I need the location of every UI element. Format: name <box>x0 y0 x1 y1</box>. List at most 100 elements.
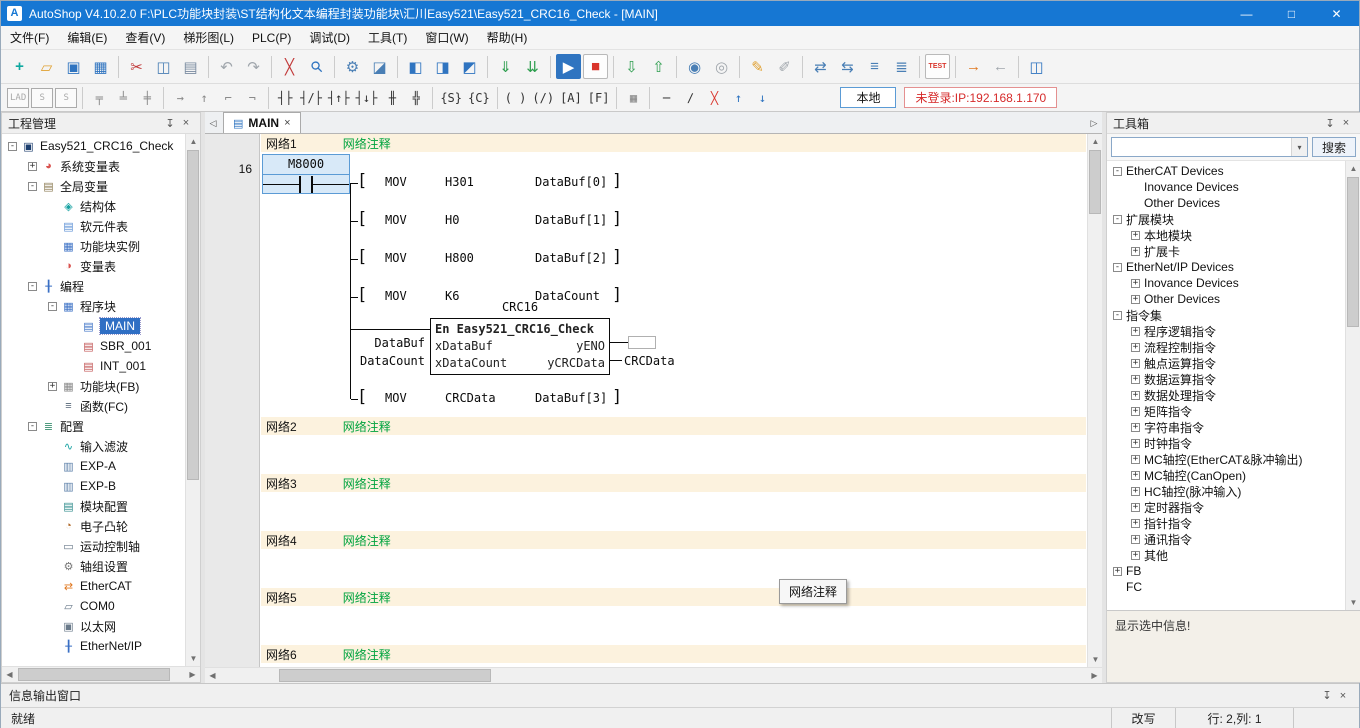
toolbox-tree-item-local-modules[interactable]: +本地模块 <box>1107 227 1345 243</box>
expand-icon[interactable]: + <box>1131 279 1140 288</box>
close-panel-icon[interactable]: × <box>1335 690 1351 702</box>
window-project-icon[interactable]: ◧ <box>403 54 428 79</box>
expand-icon[interactable]: + <box>1131 231 1140 240</box>
tab-main[interactable]: ▤ MAIN × <box>223 112 301 133</box>
network-body[interactable] <box>261 549 1086 588</box>
scroll-up-icon[interactable]: ▲ <box>1088 134 1102 149</box>
test-icon[interactable]: TEST <box>925 54 950 79</box>
project-tree-item-exp-b[interactable]: ▥EXP-B <box>2 476 185 496</box>
network-header[interactable]: 网络1网络注释 <box>261 134 1086 152</box>
chevron-down-icon[interactable]: ▾ <box>1291 138 1307 156</box>
project-tree-item-system-var-table[interactable]: +◕系统变量表 <box>2 156 185 176</box>
search-button[interactable]: 搜索 <box>1312 137 1356 157</box>
project-tree-hscrollbar[interactable]: ◀ ▶ <box>2 666 200 682</box>
project-tree-item-com0[interactable]: ▱COM0 <box>2 596 185 616</box>
toolbox-tree-item-data-processing-instructions[interactable]: +数据处理指令 <box>1107 387 1345 403</box>
toolbox-tree-item-program-logic-instructions[interactable]: +程序逻辑指令 <box>1107 323 1345 339</box>
expand-icon[interactable]: + <box>1131 471 1140 480</box>
scrollbar-thumb[interactable] <box>1089 150 1101 214</box>
line-up-icon[interactable]: ↑ <box>727 88 749 108</box>
toolbox-tree-item-ethernetip-inovance-devices[interactable]: +Inovance Devices <box>1107 275 1345 291</box>
toolbox-tree-item-instruction-set[interactable]: -指令集 <box>1107 307 1345 323</box>
close-button[interactable]: ✕ <box>1314 1 1359 26</box>
expand-icon[interactable]: + <box>1131 391 1140 400</box>
minimize-button[interactable]: — <box>1224 1 1269 26</box>
delete-line-icon[interactable]: ╳ <box>703 88 725 108</box>
editor-vscrollbar[interactable]: ▲ ▼ <box>1087 134 1102 667</box>
expand-icon[interactable]: + <box>1131 455 1140 464</box>
compile-all-icon[interactable]: ⇊ <box>520 54 545 79</box>
toolbox-tree-item-matrix-instructions[interactable]: +矩阵指令 <box>1107 403 1345 419</box>
network-comment[interactable]: 网络注释 <box>343 418 391 435</box>
open-folder-icon[interactable]: ▱ <box>34 54 59 79</box>
expand-icon[interactable]: + <box>28 162 37 171</box>
instruction-operand-dst[interactable]: DataBuf[3] <box>535 391 607 405</box>
menu-item-t[interactable]: 工具(T) <box>359 25 416 50</box>
diagonal-line-icon[interactable]: ∕ <box>679 88 701 108</box>
run-icon[interactable]: ▶ <box>556 54 581 79</box>
application-instruction-icon[interactable]: [A] <box>558 88 584 108</box>
toolbox-tree-item-mc-axis-ethercat-pulse[interactable]: +MC轴控(EtherCAT&脉冲输出) <box>1107 451 1345 467</box>
project-tree-item-exp-a[interactable]: ▥EXP-A <box>2 456 185 476</box>
upload-icon[interactable]: ⇧ <box>646 54 671 79</box>
save-icon[interactable]: ▣ <box>61 54 86 79</box>
monitor-icon[interactable]: ◉ <box>682 54 707 79</box>
toolbox-tree-item-ethercat-devices[interactable]: -EtherCAT Devices <box>1107 163 1345 179</box>
scroll-right-icon[interactable]: ▶ <box>185 667 200 682</box>
project-tree-item-motion-control-axis[interactable]: ▭运动控制轴 <box>2 536 185 556</box>
instruction-operand-src[interactable]: H301 <box>445 175 474 189</box>
menu-item-p[interactable]: PLC(P) <box>243 27 300 49</box>
login-status-button[interactable]: 未登录:IP:192.168.1.170 <box>904 87 1057 108</box>
instruction-operand-dst[interactable]: DataBuf[1] <box>535 213 607 227</box>
line-down-icon[interactable]: ↓ <box>751 88 773 108</box>
scrollbar-thumb[interactable] <box>18 668 170 681</box>
project-tree-item-program-block[interactable]: -▦程序块 <box>2 296 185 316</box>
instruction-opcode[interactable]: MOV <box>385 213 407 227</box>
network-comment[interactable]: 网络注释 <box>343 532 391 549</box>
output-coil-icon[interactable]: ( ) <box>503 88 529 108</box>
network-header[interactable]: 网络2网络注释 <box>261 417 1086 435</box>
toolbox-tree-item-contact-operation-instructions[interactable]: +触点运算指令 <box>1107 355 1345 371</box>
inverted-coil-icon[interactable]: (/) <box>530 88 556 108</box>
toolbox-tree-item-expansion-cards[interactable]: +扩展卡 <box>1107 243 1345 259</box>
draw-line-up-icon[interactable]: ↑ <box>193 88 215 108</box>
menu-item-d[interactable]: 调试(D) <box>300 25 359 50</box>
instruction-operand-src[interactable]: H800 <box>445 251 474 265</box>
lad-mode-icon[interactable]: LAD <box>7 88 29 108</box>
menu-item-f[interactable]: 文件(F) <box>1 25 58 50</box>
expand-icon[interactable]: + <box>1131 359 1140 368</box>
toolbox-tree-item-other-instructions[interactable]: +其他 <box>1107 547 1345 563</box>
network-body[interactable] <box>261 435 1086 474</box>
toolbox-tree-item-string-instructions[interactable]: +字符串指令 <box>1107 419 1345 435</box>
window-toolbox-icon[interactable]: ◩ <box>457 54 482 79</box>
parallel-closed-contact-icon[interactable]: ╬ <box>405 88 427 108</box>
project-tree-vscrollbar[interactable]: ▲ ▼ <box>185 134 200 666</box>
project-tree-item-main-program[interactable]: ▤MAIN <box>2 316 185 336</box>
jump-to-icon[interactable]: → <box>961 54 986 79</box>
horizontal-line-icon[interactable]: ─ <box>655 88 677 108</box>
expand-icon[interactable]: + <box>1131 439 1140 448</box>
scroll-right-icon[interactable]: ▶ <box>1087 668 1102 683</box>
project-tree-item-ethercat[interactable]: ⇄EtherCAT <box>2 576 185 596</box>
toolbox-tree-item-fc-group[interactable]: FC <box>1107 579 1345 595</box>
menu-item-e[interactable]: 编辑(E) <box>58 25 116 50</box>
project-tree-item-programming[interactable]: -╂编程 <box>2 276 185 296</box>
comm-settings-icon[interactable]: ⚙ <box>340 54 365 79</box>
network-comment[interactable]: 网络注释 <box>343 475 391 492</box>
insert-rung-below-icon[interactable]: ╧ <box>112 88 134 108</box>
tab-close-icon[interactable]: × <box>284 117 290 129</box>
zoom-icon[interactable]: ⚲ <box>299 49 334 84</box>
compile-icon[interactable]: ⇓ <box>493 54 518 79</box>
crc16-function-block[interactable]: En Easy521_CRC16_CheckxDataBufxDataCount… <box>430 318 610 375</box>
instruction-operand-src[interactable]: H0 <box>445 213 459 227</box>
project-tree-item-fb-folder[interactable]: +▦功能块(FB) <box>2 376 185 396</box>
verify-icon[interactable]: ⇄ <box>808 54 833 79</box>
menu-item-v[interactable]: 查看(V) <box>116 25 174 50</box>
expand-icon[interactable]: + <box>1131 327 1140 336</box>
expand-icon[interactable]: + <box>1131 535 1140 544</box>
network-comment[interactable]: 网络注释 <box>343 646 391 663</box>
close-panel-icon[interactable]: × <box>178 117 194 129</box>
toolbox-tree-item-fb-group[interactable]: +FB <box>1107 563 1345 579</box>
pin-icon[interactable]: ↧ <box>162 117 178 130</box>
menu-item-h[interactable]: 帮助(H) <box>478 25 537 50</box>
